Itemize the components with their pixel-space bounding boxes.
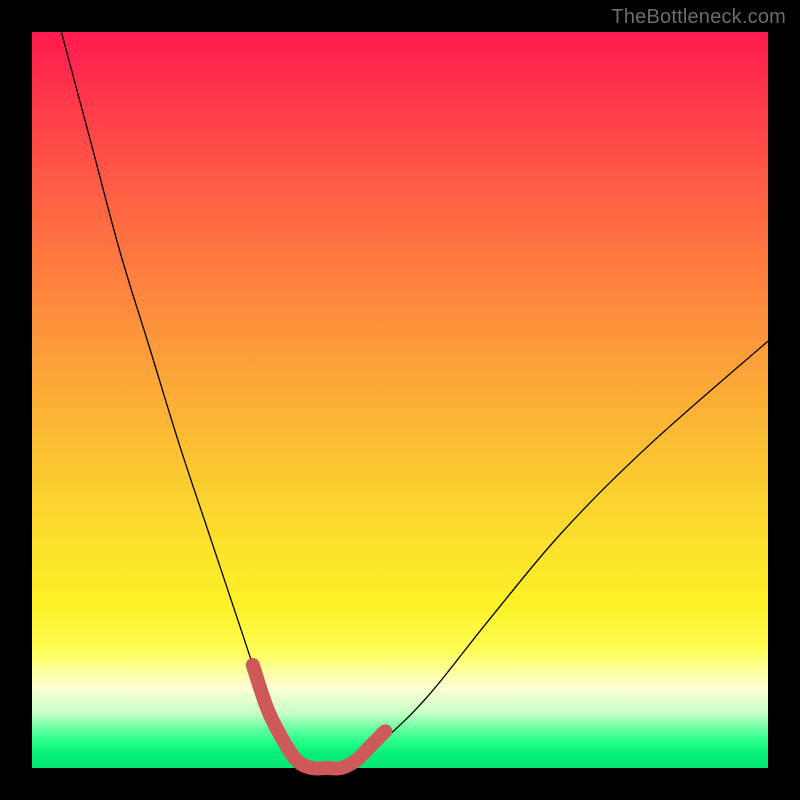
- watermark-text: TheBottleneck.com: [611, 6, 786, 29]
- optimal-range-highlight: [253, 665, 385, 769]
- bottleneck-curve-line: [61, 32, 768, 769]
- outer-frame: TheBottleneck.com: [0, 0, 800, 800]
- bottleneck-chart: [32, 32, 768, 768]
- plot-area: [32, 32, 768, 768]
